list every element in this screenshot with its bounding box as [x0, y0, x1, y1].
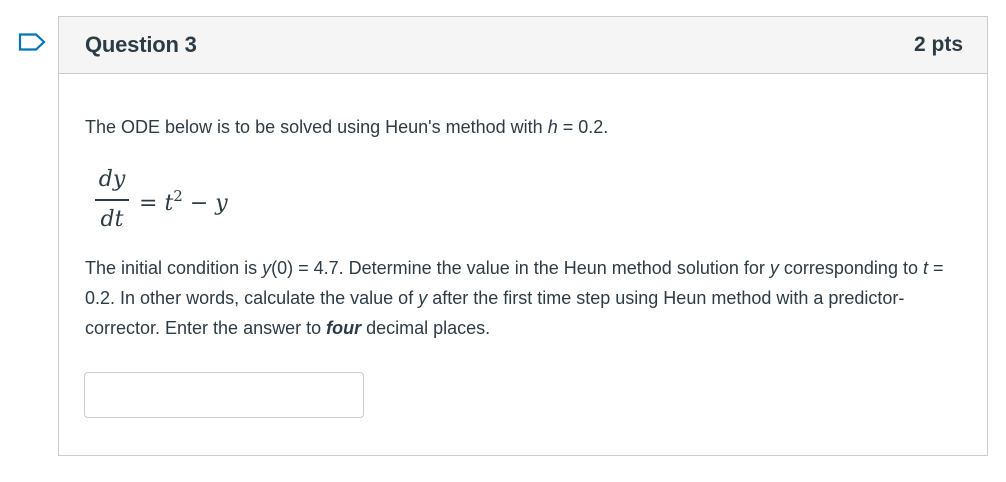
instr-text-2: (0) = 4.7. Determine the value in the He… — [271, 258, 770, 278]
fraction-bar — [95, 199, 129, 201]
question-intro: The ODE below is to be solved using Heun… — [85, 112, 608, 142]
instr-emphasis-four: four — [326, 318, 362, 338]
y-variable: y — [215, 191, 228, 216]
h-variable: h — [547, 117, 558, 137]
question-header: Question 3 2 pts — [59, 17, 987, 74]
question-instructions: The initial condition is y(0) = 4.7. Det… — [85, 253, 975, 343]
instr-text-6: decimal places. — [361, 318, 491, 338]
question-points: 2 pts — [913, 33, 963, 56]
t-variable: t — [164, 191, 174, 216]
equation-rhs: = t2 − y — [139, 181, 228, 219]
flag-question-icon[interactable] — [18, 33, 46, 51]
ode-equation: dy dt = t2 − y — [95, 163, 228, 237]
derivative-fraction: dy dt — [95, 163, 129, 237]
instr-var-y-3: y — [418, 288, 428, 308]
fraction-numerator: dy — [98, 167, 126, 192]
intro-value: = 0.2. — [557, 117, 609, 137]
intro-text: The ODE below is to be solved using Heun… — [85, 117, 548, 137]
instr-var-y-2: y — [769, 258, 779, 278]
minus-sign: − — [182, 191, 216, 216]
question-title: Question 3 — [85, 32, 197, 57]
instr-text-1: The initial condition is — [85, 258, 263, 278]
question-card: Question 3 2 pts The ODE below is to be … — [58, 16, 988, 456]
instr-text-3: corresponding to — [778, 258, 923, 278]
exponent: 2 — [173, 187, 183, 205]
instr-var-y-1: y — [262, 258, 272, 278]
fraction-denominator: dt — [100, 207, 124, 232]
answer-input[interactable] — [84, 372, 364, 418]
equals-sign: = — [139, 191, 158, 216]
